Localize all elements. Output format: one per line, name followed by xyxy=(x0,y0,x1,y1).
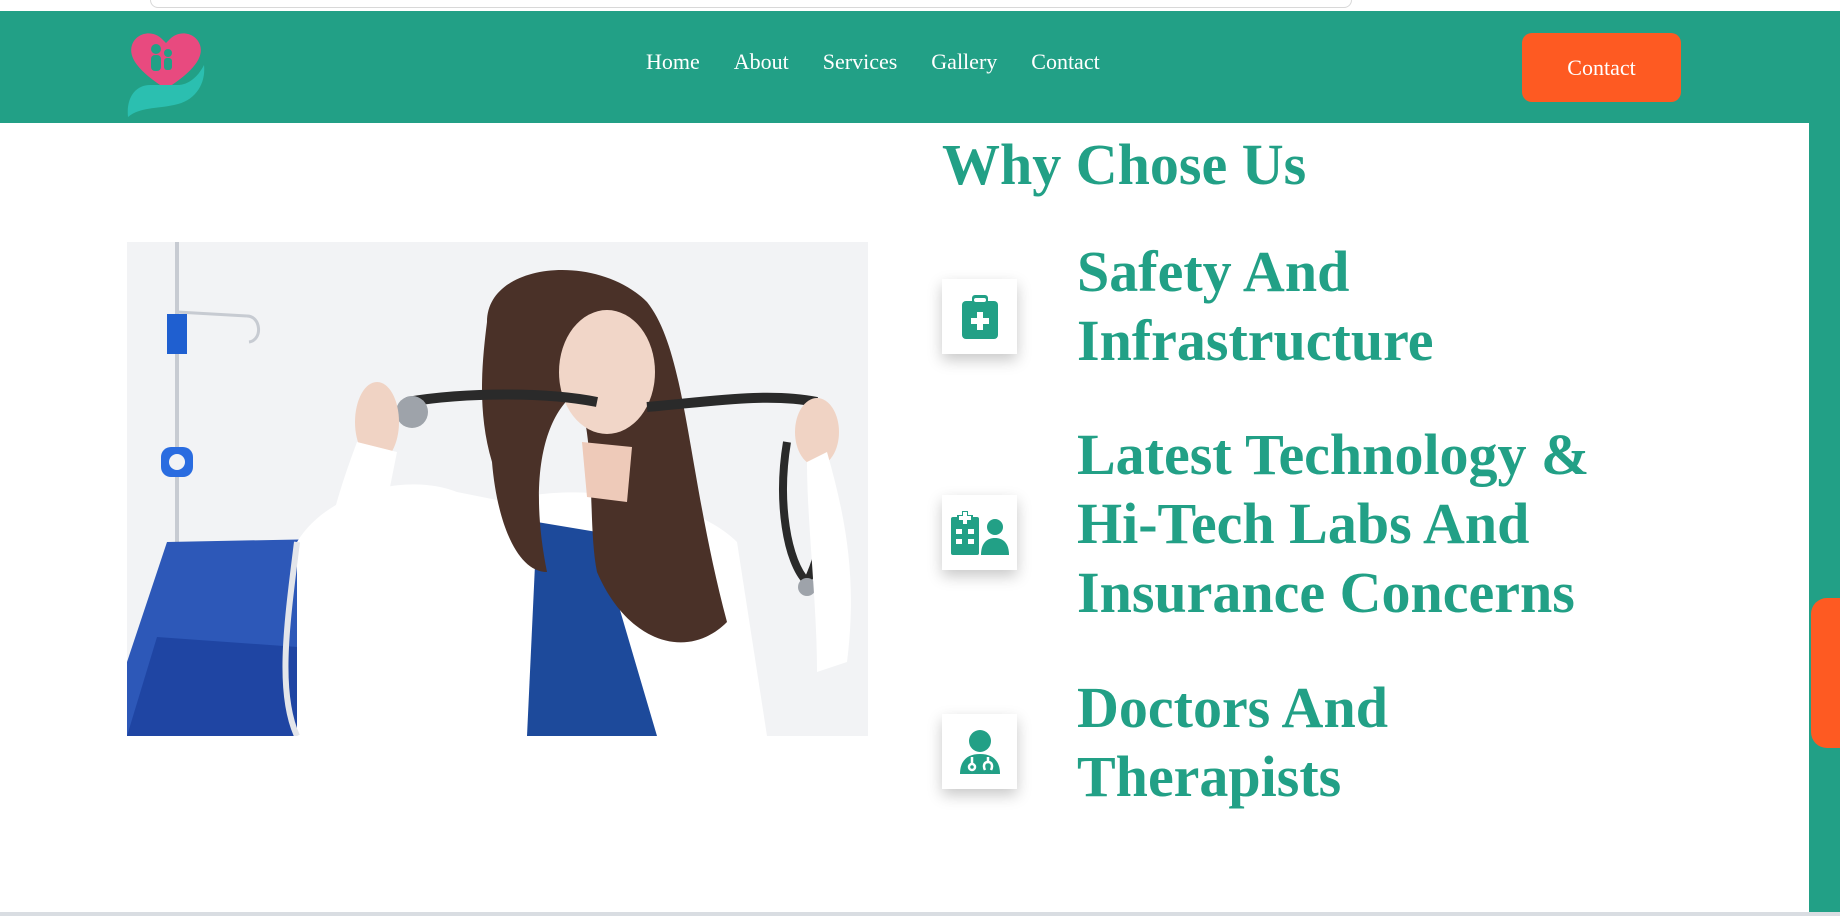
doctor-icon xyxy=(942,714,1017,789)
feature-title-line: Latest Technology & xyxy=(1077,422,1590,487)
doctor-with-stethoscope-illustration xyxy=(127,242,868,736)
contact-button[interactable]: Contact xyxy=(1522,33,1681,102)
browser-top-strip xyxy=(0,0,1840,11)
bottom-border xyxy=(0,912,1840,916)
doctor-image xyxy=(127,242,868,736)
feature-title-safety: Safety And Infrastructure xyxy=(1077,237,1434,375)
main-nav: Home About Services Gallery Contact xyxy=(646,49,1100,75)
section-title: Why Chose Us xyxy=(942,132,1307,197)
scroll-to-top-handle[interactable] xyxy=(1811,598,1840,748)
feature-title-line: Infrastructure xyxy=(1077,308,1434,373)
feature-title-technology: Latest Technology & Hi-Tech Labs And Ins… xyxy=(1077,420,1589,627)
nav-contact[interactable]: Contact xyxy=(1031,49,1099,75)
clipboard-medical-icon xyxy=(942,279,1017,354)
nav-about[interactable]: About xyxy=(734,49,789,75)
nav-services[interactable]: Services xyxy=(823,49,898,75)
feature-title-line: Insurance Concerns xyxy=(1077,560,1575,625)
address-bar-edge xyxy=(150,0,1352,8)
nav-home[interactable]: Home xyxy=(646,49,700,75)
navbar: Home About Services Gallery Contact Cont… xyxy=(0,11,1840,123)
heart-hand-family-logo-icon xyxy=(127,33,205,117)
feature-title-line: Hi-Tech Labs And xyxy=(1077,491,1530,556)
nav-gallery[interactable]: Gallery xyxy=(931,49,997,75)
hospital-user-icon xyxy=(942,495,1017,570)
feature-title-line: Doctors And xyxy=(1077,675,1388,740)
page-scroll-track[interactable] xyxy=(1809,123,1840,913)
feature-title-doctors: Doctors And Therapists xyxy=(1077,673,1388,811)
site-logo[interactable] xyxy=(126,27,206,119)
feature-title-line: Safety And xyxy=(1077,239,1350,304)
feature-title-line: Therapists xyxy=(1077,744,1342,809)
